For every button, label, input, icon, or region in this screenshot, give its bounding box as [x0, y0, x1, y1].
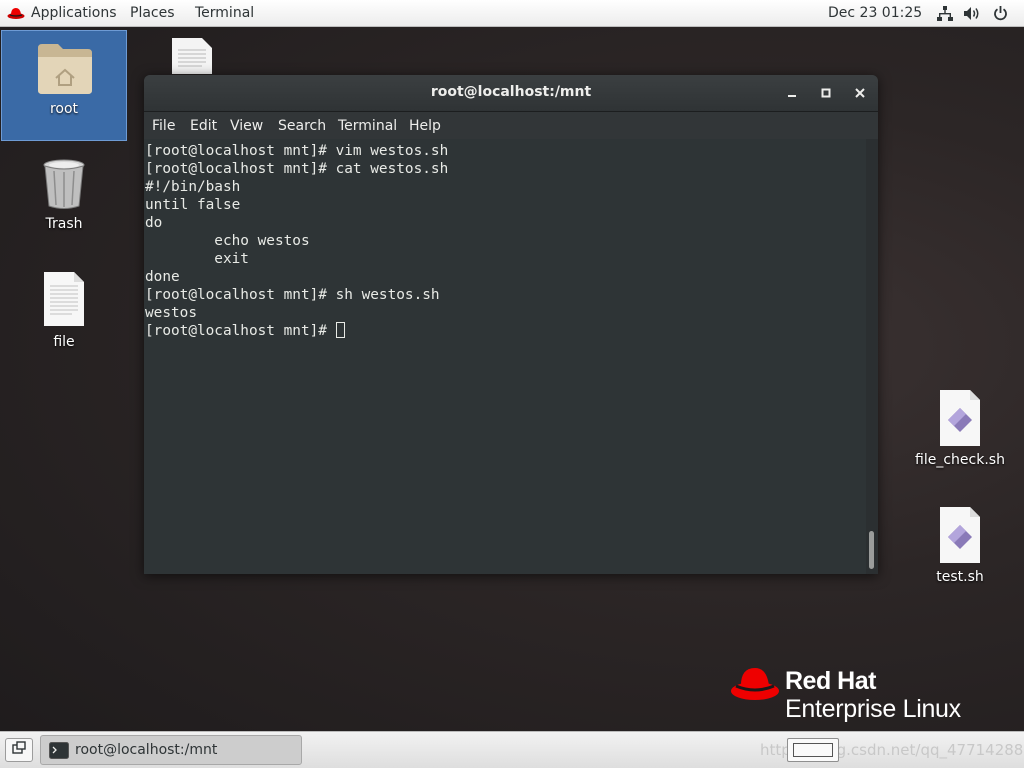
power-icon[interactable] [993, 6, 1008, 21]
terminal-menubar: File Edit View Search Terminal Help [144, 112, 878, 139]
document-icon[interactable] [172, 38, 212, 74]
terminal-line: westos [145, 305, 197, 321]
workspace-1[interactable] [793, 743, 833, 757]
terminal-output[interactable]: [root@localhost mnt]# vim westos.sh [roo… [144, 139, 866, 340]
terminal-content[interactable]: [root@localhost mnt]# vim westos.sh [roo… [144, 139, 866, 574]
redhat-brand-text: Red Hat [785, 667, 876, 695]
desktop-icon-file-check[interactable]: file_check.sh [905, 390, 1015, 468]
volume-icon[interactable] [963, 6, 981, 21]
menu-file[interactable]: File [152, 118, 175, 134]
menu-edit[interactable]: Edit [190, 118, 217, 134]
desktop-icon-test-label: test.sh [936, 569, 984, 585]
places-menu[interactable]: Places [130, 5, 175, 21]
applications-menu[interactable]: Applications [31, 5, 117, 21]
top-panel: Applications Places Terminal Dec 23 01:2… [0, 0, 1024, 27]
taskbar-item-label: root@localhost:/mnt [75, 742, 218, 758]
terminal-line: exit [145, 251, 249, 267]
taskbar-item-terminal[interactable]: root@localhost:/mnt [40, 735, 302, 765]
window-list-icon [12, 741, 26, 754]
home-folder-icon [38, 44, 92, 94]
terminal-line: #!/bin/bash [145, 179, 241, 195]
minimize-button[interactable] [783, 84, 801, 102]
window-titlebar[interactable]: root@localhost:/mnt [144, 75, 878, 112]
window-title: root@localhost:/mnt [430, 84, 592, 100]
close-icon [855, 88, 865, 98]
scrollbar-thumb[interactable] [869, 531, 874, 569]
maximize-icon [821, 88, 831, 98]
terminal-line: done [145, 269, 180, 285]
show-desktop-button[interactable] [5, 738, 33, 762]
script-file-icon [940, 390, 980, 446]
redhat-menu-icon[interactable] [7, 6, 25, 20]
menu-terminal[interactable]: Terminal [338, 118, 397, 134]
trash-icon [43, 159, 85, 209]
terminal-line: do [145, 215, 163, 231]
terminal-icon [49, 742, 69, 759]
minimize-icon [788, 95, 796, 97]
close-button[interactable] [851, 84, 869, 102]
menu-help[interactable]: Help [409, 118, 441, 134]
desktop-icon-root-label: root [49, 101, 79, 117]
desktop-icon-file-label: file [53, 334, 75, 350]
terminal-prompt-line: [root@localhost mnt]# [145, 323, 336, 339]
terminal-line: [root@localhost mnt]# sh westos.sh [145, 287, 440, 303]
desktop-icon-trash-label: Trash [45, 216, 83, 232]
desktop-icon-file[interactable]: file [14, 272, 114, 350]
redhat-hat-icon [731, 668, 779, 700]
script-file-icon [940, 507, 980, 563]
desktop-icon-test[interactable]: test.sh [905, 507, 1015, 585]
menu-view[interactable]: View [230, 118, 263, 134]
bottom-panel: root@localhost:/mnt https://blog.csdn.ne… [0, 731, 1024, 768]
scrollbar[interactable] [866, 139, 878, 574]
workspace-switcher[interactable] [787, 738, 839, 762]
terminal-line: [root@localhost mnt]# cat westos.sh [145, 161, 449, 177]
menu-search[interactable]: Search [278, 118, 326, 134]
desktop-icon-file-check-label: file_check.sh [915, 452, 1005, 468]
terminal-app-menu[interactable]: Terminal [195, 5, 254, 21]
maximize-button[interactable] [817, 84, 835, 102]
redhat-product-text: Enterprise Linux [785, 695, 961, 723]
text-document-icon [44, 272, 84, 326]
terminal-line: echo westos [145, 233, 310, 249]
clock[interactable]: Dec 23 01:25 [828, 5, 922, 21]
desktop-icon-root[interactable]: root [1, 30, 127, 141]
redhat-logo: Red Hat Enterprise Linux [730, 660, 990, 723]
terminal-line: [root@localhost mnt]# vim westos.sh [145, 143, 449, 159]
terminal-window[interactable]: root@localhost:/mnt File Edit View Searc… [144, 75, 878, 574]
terminal-line: until false [145, 197, 241, 213]
network-icon[interactable] [937, 6, 953, 21]
terminal-cursor [335, 322, 345, 338]
desktop-icon-trash[interactable]: Trash [14, 158, 114, 232]
